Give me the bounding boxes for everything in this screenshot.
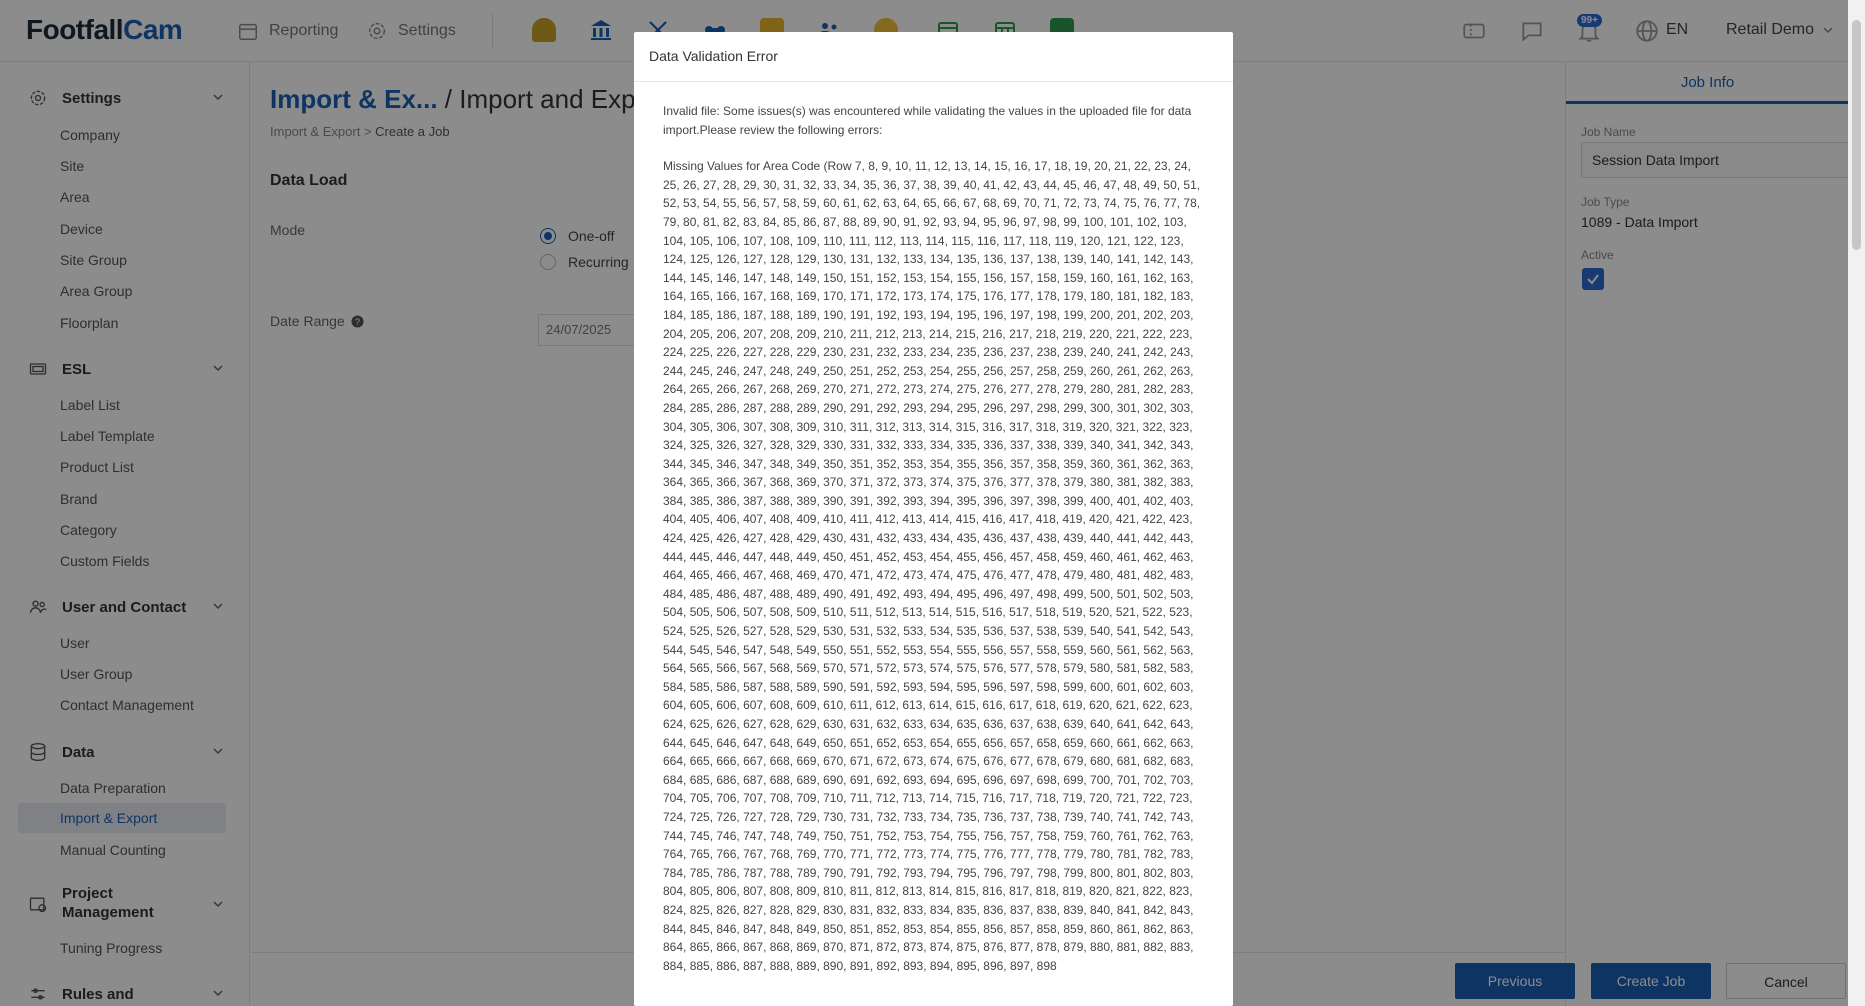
- missing-values-prefix: Missing Values for Area Code (Row: [663, 159, 855, 174]
- scrollbar-thumb[interactable]: [1852, 20, 1861, 250]
- missing-row-numbers: 7, 8, 9, 10, 11, 12, 13, 14, 15, 16, 17,…: [663, 159, 1201, 973]
- modal-body: Invalid file: Some issues(s) was encount…: [634, 82, 1233, 995]
- modal-title: Data Validation Error: [634, 32, 1233, 82]
- modal-intro-text: Invalid file: Some issues(s) was encount…: [663, 104, 1192, 137]
- missing-values-text: Missing Values for Area Code (Row 7, 8, …: [663, 157, 1204, 975]
- validation-error-modal: Data Validation Error Invalid file: Some…: [634, 32, 1233, 1006]
- page-scrollbar[interactable]: [1848, 0, 1865, 1006]
